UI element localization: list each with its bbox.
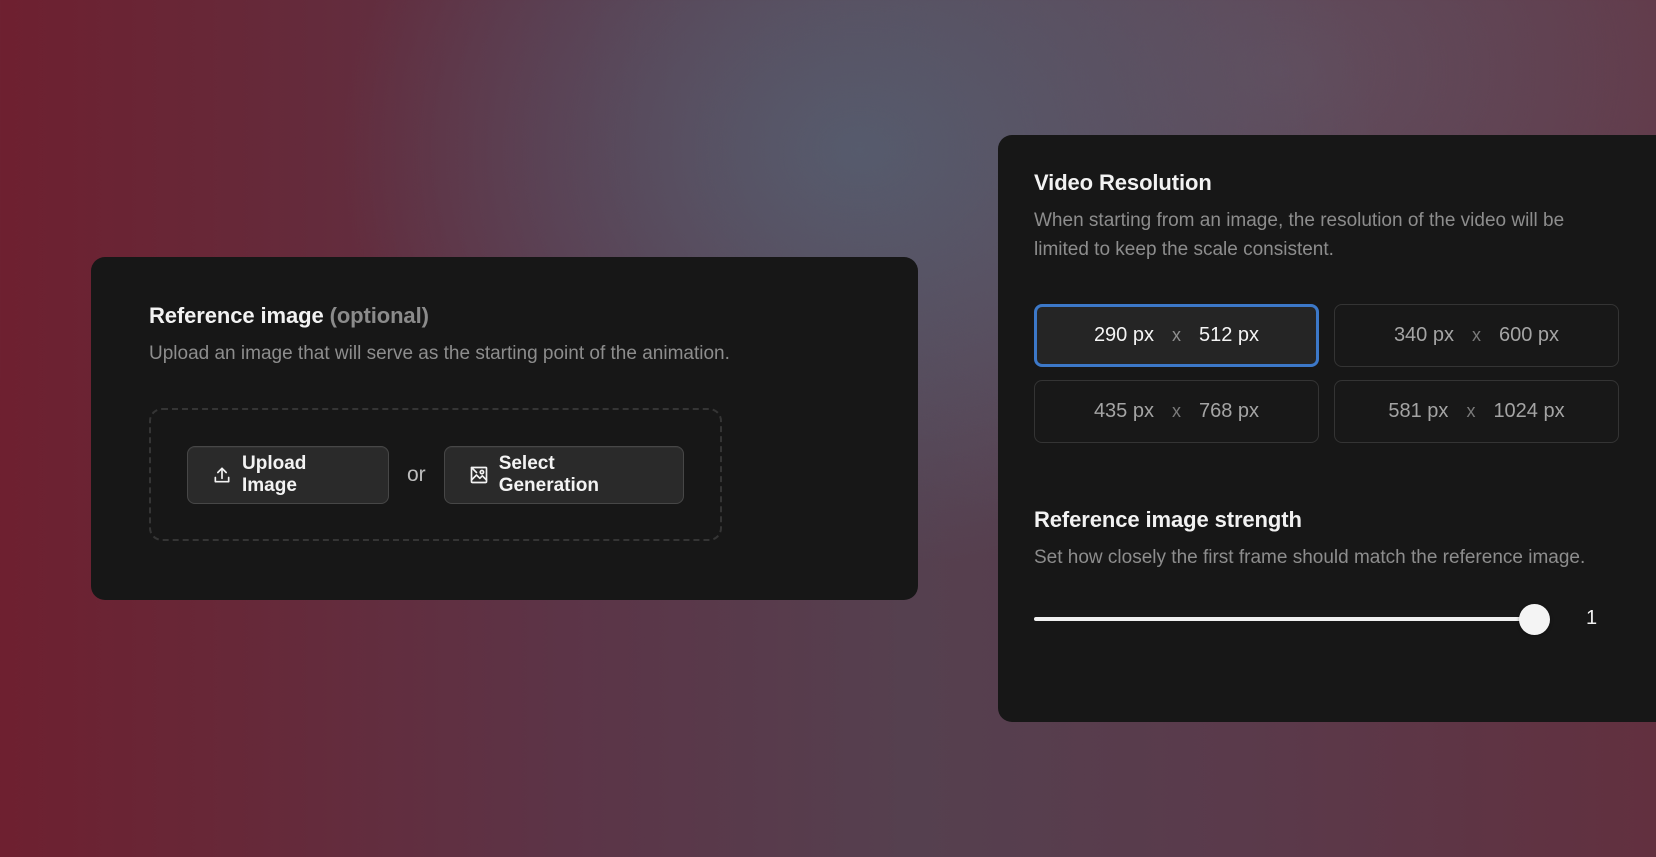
reference-strength-slider[interactable]: 1 — [1034, 602, 1640, 636]
upload-icon — [212, 465, 232, 485]
resolution-option-435x768[interactable]: 435 px x 768 px — [1034, 380, 1319, 443]
resolution-option-290x512[interactable]: 290 px x 512 px — [1034, 304, 1319, 367]
video-resolution-title: Video Resolution — [1034, 170, 1212, 195]
reference-strength-title: Reference image strength — [1034, 507, 1302, 532]
resolution-width: 290 px — [1093, 324, 1154, 346]
video-settings-panel: Video Resolution When starting from an i… — [998, 135, 1656, 722]
resolution-option-581x1024[interactable]: 581 px x 1024 px — [1334, 380, 1619, 443]
resolution-option-340x600[interactable]: 340 px x 600 px — [1334, 304, 1619, 367]
upload-image-button[interactable]: Upload Image — [187, 445, 389, 504]
resolution-height: 512 px — [1199, 324, 1260, 346]
resolution-separator: x — [1466, 401, 1476, 421]
resolution-separator: x — [1172, 401, 1181, 421]
resolution-separator: x — [1472, 325, 1481, 345]
resolution-width: 581 px — [1388, 400, 1449, 422]
image-dropzone[interactable]: Upload Image or Select Generation — [149, 408, 722, 541]
upload-image-label: Upload Image — [242, 452, 307, 496]
resolution-height: 600 px — [1499, 324, 1560, 346]
reference-strength-section: Reference image strength Set how closely… — [1034, 507, 1642, 636]
slider-thumb[interactable] — [1519, 604, 1550, 635]
optional-label: (optional) — [329, 303, 429, 328]
or-label: or — [407, 462, 426, 486]
slider-value: 1 — [1586, 607, 1598, 629]
resolution-height: 1024 px — [1493, 400, 1565, 422]
resolution-separator: x — [1172, 325, 1181, 345]
slider-track[interactable] — [1034, 617, 1535, 621]
resolution-options: 290 px x 512 px 340 px x 600 px 435 px x… — [1034, 304, 1642, 443]
reference-image-title-text: Reference image — [149, 303, 324, 328]
select-generation-button[interactable]: Select Generation — [443, 445, 684, 504]
resolution-width: 435 px — [1093, 400, 1154, 422]
resolution-height: 768 px — [1199, 400, 1260, 422]
video-resolution-description: When starting from an image, the resolut… — [1034, 210, 1565, 260]
image-gallery-icon — [469, 465, 489, 485]
select-generation-label: Select Generation — [498, 452, 599, 496]
reference-strength-description: Set how closely the first frame should m… — [1034, 547, 1586, 568]
resolution-width: 340 px — [1393, 324, 1454, 346]
reference-image-panel: Reference image (optional) Upload an ima… — [91, 257, 918, 600]
reference-image-title: Reference image (optional) — [149, 303, 860, 329]
reference-image-description: Upload an image that will serve as the s… — [149, 343, 730, 364]
